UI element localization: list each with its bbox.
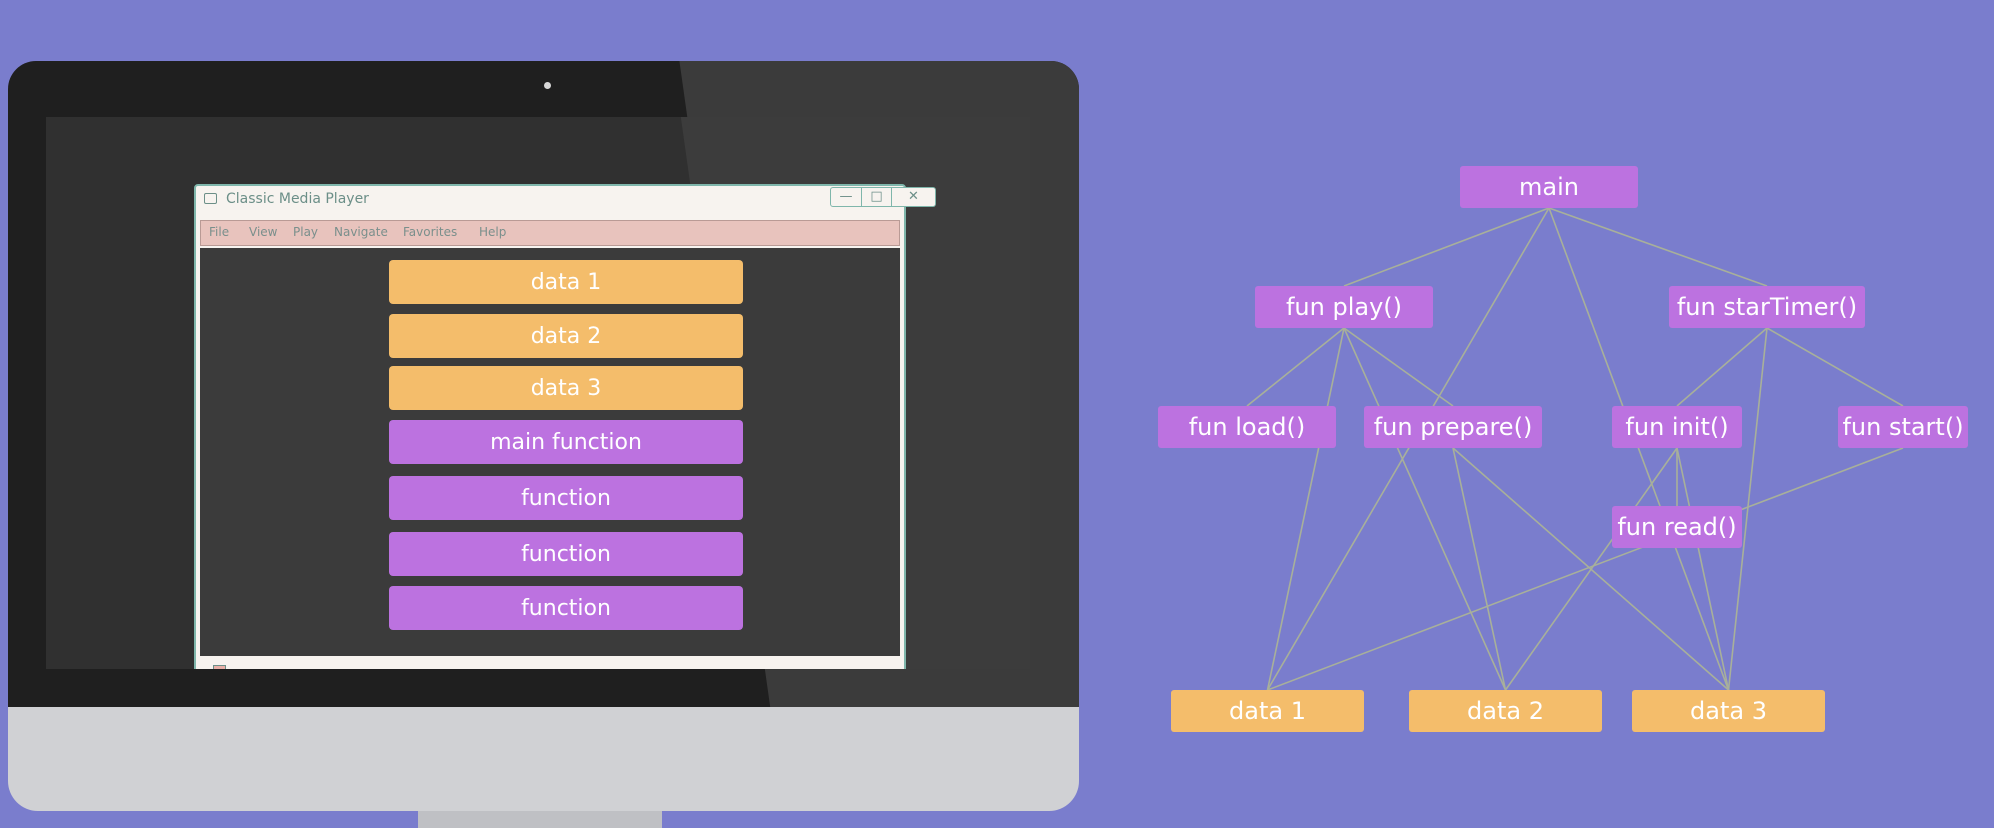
node-fun-startimer: fun starTimer()	[1669, 286, 1865, 328]
monitor-bezel: Classic Media Player — □ ✕ File View Pla…	[8, 61, 1079, 707]
node-fun-prepare: fun prepare()	[1364, 406, 1542, 448]
data-block-3: data 3	[389, 366, 743, 410]
function-block-3: function	[389, 586, 743, 630]
webcam-dot	[544, 82, 551, 89]
node-fun-play: fun play()	[1255, 286, 1433, 328]
menu-favorites[interactable]: Favorites	[403, 225, 457, 239]
edge-start-data1	[1267, 447, 1904, 691]
edge-startimer-start	[1766, 327, 1904, 407]
menu-navigate[interactable]: Navigate	[334, 225, 388, 239]
edge-main-startimer	[1548, 207, 1768, 287]
menu-help[interactable]: Help	[479, 225, 506, 239]
monitor-chin	[8, 707, 1079, 811]
clapperboard-icon	[204, 193, 217, 204]
node-fun-init: fun init()	[1612, 406, 1742, 448]
node-fun-load: fun load()	[1158, 406, 1336, 448]
node-data-2: data 2	[1409, 690, 1602, 732]
menu-file[interactable]: File	[209, 225, 229, 239]
video-area: data 1 data 2 data 3 main function funct…	[200, 248, 900, 656]
edge-play-prepare	[1343, 327, 1454, 407]
menu-view[interactable]: View	[249, 225, 277, 239]
node-fun-start: fun start()	[1838, 406, 1968, 448]
media-player-window: Classic Media Player — □ ✕ File View Pla…	[194, 184, 936, 669]
edge-main-data3	[1548, 207, 1730, 691]
function-block-1: function	[389, 476, 743, 520]
edge-prepare-data2	[1452, 447, 1507, 691]
main-function-block: main function	[389, 420, 743, 464]
data-block-2: data 2	[389, 314, 743, 358]
monitor-screen: Classic Media Player — □ ✕ File View Pla…	[46, 117, 1030, 669]
menu-bar: File View Play Navigate Favorites Help	[200, 220, 900, 246]
close-button[interactable]: ✕	[892, 187, 936, 207]
edge-init-data2	[1504, 447, 1678, 691]
edge-startimer-init	[1676, 327, 1768, 407]
edge-play-load	[1246, 327, 1345, 407]
edge-init-data3	[1676, 447, 1730, 691]
monitor-stand	[418, 811, 662, 828]
minimize-button[interactable]: —	[830, 187, 862, 207]
edge-play-data2	[1343, 327, 1507, 691]
menu-play[interactable]: Play	[293, 225, 318, 239]
node-main: main	[1460, 166, 1638, 208]
title-bar[interactable]: Classic Media Player — □ ✕	[196, 186, 936, 212]
edge-main-play	[1343, 207, 1550, 287]
node-fun-read: fun read()	[1612, 506, 1742, 548]
seek-handle[interactable]	[213, 665, 226, 669]
node-data-3: data 3	[1632, 690, 1825, 732]
computer-monitor: Classic Media Player — □ ✕ File View Pla…	[8, 61, 1079, 811]
node-data-1: data 1	[1171, 690, 1364, 732]
window-title: Classic Media Player	[226, 191, 369, 207]
edge-play-data1	[1266, 327, 1345, 691]
edge-main-data1	[1266, 207, 1550, 691]
function-block-2: function	[389, 532, 743, 576]
maximize-button[interactable]: □	[862, 187, 892, 207]
edge-prepare-data3	[1452, 447, 1730, 691]
data-block-1: data 1	[389, 260, 743, 304]
